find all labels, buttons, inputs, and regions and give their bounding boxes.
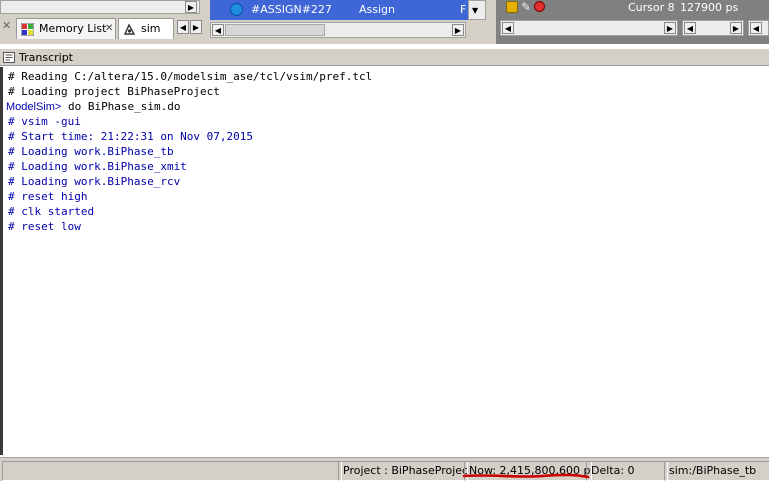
scroll-right-arrow-icon[interactable]: ▶ [452,24,464,36]
transcript-line: # reset high [8,190,88,203]
transcript-line: # reset low [8,220,81,233]
transcript-header: Transcript [0,48,769,66]
workspace-hscrollbar[interactable]: ▶ [0,0,200,14]
scroll-left-arrow-icon[interactable]: ◀ [750,22,762,34]
process-icon [230,3,243,16]
remove-cursor-icon[interactable] [534,1,545,12]
scroll-left-arrow-icon[interactable]: ◀ [502,22,514,34]
cursor-value: 127900 ps [680,1,739,14]
tab-scroll-left-icon[interactable]: ◀ [177,20,189,34]
close-icon[interactable]: ✕ [105,19,113,39]
status-message-cell [2,461,342,481]
scroll-right-arrow-icon[interactable]: ▶ [664,22,676,34]
object-name: #ASSIGN#227 [251,3,332,16]
transcript-command-line: ModelSim> do BiPhase_sim.do [6,99,181,114]
objects-selected-row[interactable]: #ASSIGN#227 Assign F [210,0,468,20]
object-extra: F [460,3,467,16]
object-type: Assign [359,3,395,16]
transcript-line: # Loading work.BiPhase_rcv [8,175,181,188]
annotation-underline [462,473,590,479]
close-tab-icon[interactable]: ✕ [2,19,11,32]
wave-names-hscrollbar[interactable]: ◀ ▶ [500,20,678,36]
console-prompt: ModelSim> [6,101,62,113]
tab-memory-list[interactable]: Memory List ✕ [16,18,116,39]
objects-hscrollbar[interactable]: ◀ ▶ [210,22,466,38]
scroll-down-arrow-icon[interactable]: ▼ [472,6,478,15]
wave-values-hscrollbar[interactable]: ◀ ▶ [682,20,744,36]
wave-panel: ✎ Cursor 8 127900 ps ◀ ▶ ◀ ▶ ◀ [496,0,769,44]
scroll-thumb[interactable] [225,24,325,36]
transcript-line: # Loading work.BiPhase_tb [8,145,174,158]
transcript-line: # Start time: 21:22:31 on Nov 07,2015 [8,130,254,143]
objects-vscrollbar[interactable]: ▼ [468,0,486,20]
wave-canvas-hscrollbar[interactable]: ◀ [748,20,769,36]
memory-grid-icon [21,23,34,36]
status-context: sim:/BiPhase_tb [664,461,769,481]
console-command: do BiPhase_sim.do [61,100,181,113]
status-project: Project : BiPhaseProject [338,461,468,481]
tab-memory-list-label: Memory List [39,22,107,35]
sim-icon [123,23,136,35]
transcript-line: # Loading work.BiPhase_xmit [8,160,187,173]
transcript-icon [3,52,15,63]
transcript-line: # vsim -gui [8,115,81,128]
transcript-line: # Reading C:/altera/15.0/modelsim_ase/tc… [8,70,373,83]
transcript-line: # clk started [8,205,95,218]
transcript-line: # Loading project BiPhaseProject [8,85,220,98]
cursor-label: Cursor 8 [628,1,675,14]
transcript-console[interactable]: # Reading C:/altera/15.0/modelsim_ase/tc… [0,67,769,455]
tab-scroll-right-icon[interactable]: ▶ [190,20,202,34]
scroll-right-arrow-icon[interactable]: ▶ [185,1,197,13]
status-delta: Delta: 0 [586,461,668,481]
scroll-left-arrow-icon[interactable]: ◀ [212,24,224,36]
scroll-left-arrow-icon[interactable]: ◀ [684,22,696,34]
wrench-icon[interactable]: ✎ [521,0,531,14]
workspace-tab-area: ▶ ✕ Memory List ✕ sim ◀ ▶ [0,0,206,44]
scroll-right-arrow-icon[interactable]: ▶ [730,22,742,34]
tab-sim-label: sim [141,22,161,35]
tab-sim[interactable]: sim [118,18,174,39]
transcript-title: Transcript [19,51,73,64]
lock-icon[interactable] [506,1,518,13]
status-bar: Project : BiPhaseProject Now: 2,415,800,… [0,457,769,481]
